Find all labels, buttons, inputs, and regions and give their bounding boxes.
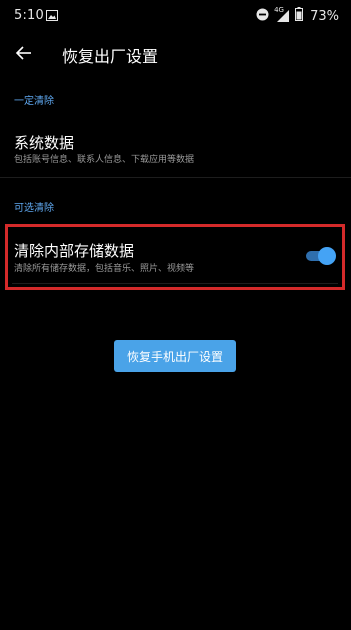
clear-storage-subtitle: 清除所有储存数据，包括音乐、照片、视频等	[14, 264, 195, 274]
section-label-required: 一定清除	[14, 96, 54, 107]
divider	[12, 283, 338, 284]
clear-storage-title: 清除内部存储数据	[14, 242, 135, 260]
system-data-title: 系统数据	[14, 134, 75, 152]
system-data-subtitle: 包括账号信息、联系人信息、下载应用等数据	[14, 155, 195, 165]
back-arrow-icon[interactable]	[14, 43, 34, 63]
status-bar: 5:10 4G 73%	[0, 0, 351, 30]
battery-percentage: 73%	[310, 8, 339, 24]
page-title: 恢复出厂设置	[62, 47, 159, 66]
status-time: 5:10	[14, 8, 44, 23]
app-bar: 恢复出厂设置	[0, 30, 351, 76]
status-right-group: 4G 73%	[256, 6, 339, 26]
section-label-optional: 可选清除	[14, 203, 54, 214]
factory-reset-button[interactable]: 恢复手机出厂设置	[114, 340, 236, 372]
do-not-disturb-icon	[256, 8, 269, 25]
divider	[0, 177, 351, 178]
image-notification-icon	[46, 10, 58, 21]
battery-icon	[295, 7, 304, 25]
toggle-thumb	[318, 247, 336, 265]
signal-4g-icon: 4G	[274, 6, 290, 23]
clear-storage-toggle[interactable]	[306, 247, 336, 265]
